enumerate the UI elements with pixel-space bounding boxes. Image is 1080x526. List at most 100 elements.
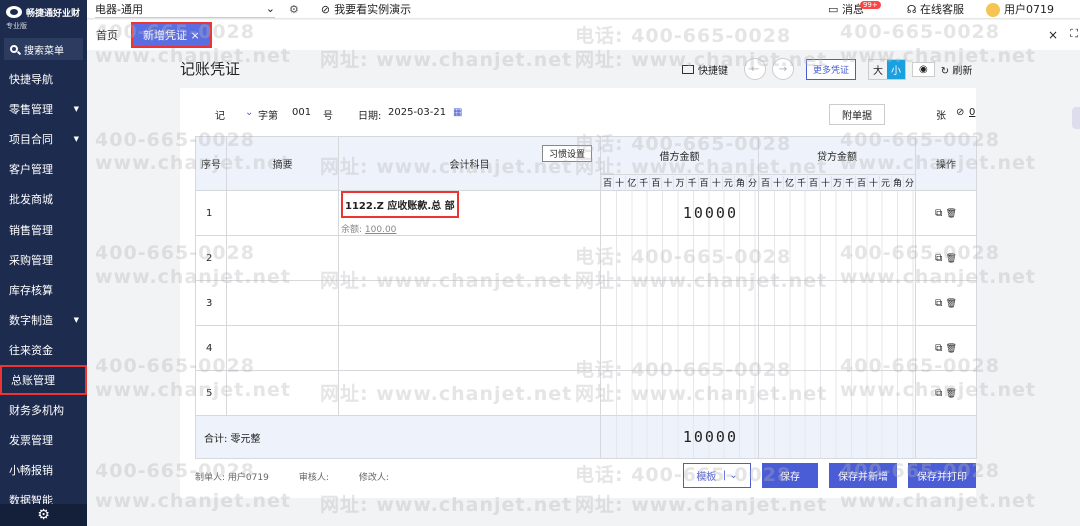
sidebar-item[interactable]: 往来资金	[0, 335, 87, 365]
habit-settings-button[interactable]: 习惯设置	[541, 145, 592, 162]
tab-close-icon[interactable]: ×	[191, 29, 200, 42]
digit-label: 千	[795, 176, 807, 189]
debit-cell[interactable]	[600, 235, 759, 281]
summary-cell[interactable]	[226, 190, 339, 236]
summary-cell[interactable]	[226, 280, 339, 326]
copy-icon[interactable]: ⧉	[935, 208, 945, 219]
sidebar-item-label: 客户管理	[9, 163, 53, 177]
sidebar-item[interactable]: 总账管理	[0, 364, 87, 396]
attachments-button[interactable]: 附单据	[829, 104, 885, 125]
chevron-down-icon: ⌄	[265, 2, 275, 15]
close-icon[interactable]: ×	[1048, 28, 1058, 42]
sidebar-item[interactable]: 库存核算	[0, 275, 87, 305]
size-big[interactable]: 大	[869, 60, 887, 79]
save-print-button[interactable]: 保存并打印	[908, 463, 976, 488]
account-cell[interactable]	[338, 235, 601, 281]
delete-icon[interactable]: 🗑	[945, 389, 956, 399]
sidebar-item-label: 往来资金	[9, 343, 53, 357]
digit-label: 百	[855, 176, 867, 189]
digit-label: 千	[637, 176, 649, 189]
paperclip-icon[interactable]: ⊘	[956, 107, 964, 118]
delete-icon[interactable]: 🗑	[945, 299, 956, 309]
copy-icon[interactable]: ⧉	[935, 388, 945, 399]
demo-link[interactable]: ⊘ 我要看实例演示	[321, 1, 411, 17]
copy-icon[interactable]: ⧉	[935, 298, 945, 309]
support-button[interactable]: ☊ 在线客服	[907, 1, 964, 17]
summary-cell[interactable]	[226, 325, 339, 371]
fullscreen-icon[interactable]: ⛶	[1070, 27, 1078, 41]
account-cell[interactable]: 1122.Z 应收账款.总 部余额: 100.00	[338, 190, 601, 236]
refresh-button[interactable]: ↻ 刷新	[941, 62, 973, 77]
calendar-icon[interactable]: ▦	[453, 107, 462, 118]
sidebar-item[interactable]: 采购管理	[0, 245, 87, 275]
save-new-button[interactable]: 保存并新增	[829, 463, 897, 488]
balance-label: 余额:	[341, 225, 363, 235]
brand-name: 畅捷通好业财	[26, 8, 81, 19]
messages-button[interactable]: ▭ 消息99+	[828, 1, 885, 17]
menu-search[interactable]: 搜索菜单	[4, 38, 83, 60]
copy-icon[interactable]: ⧉	[935, 343, 945, 354]
debit-cell[interactable]	[600, 370, 759, 416]
debit-cell[interactable]: 10000	[600, 190, 759, 236]
date-field[interactable]: 2025-03-21	[388, 107, 446, 118]
prev-voucher-button[interactable]: ←	[744, 58, 766, 80]
voucher-type-select[interactable]: 记	[215, 107, 225, 122]
save-button[interactable]: 保存	[762, 463, 818, 488]
sidebar-item[interactable]: 批发商城	[0, 184, 87, 214]
sidebar-item-label: 财务多机构	[9, 404, 64, 418]
org-select[interactable]: 电器-通用 ⌄	[95, 1, 275, 18]
account-cell[interactable]	[338, 370, 601, 416]
sidebar-item[interactable]: 小畅报销	[0, 455, 87, 485]
credit-cell[interactable]	[758, 235, 916, 281]
number-suffix: 号	[323, 111, 333, 122]
shortcut-button[interactable]: 快捷键	[682, 62, 728, 77]
digit-label: 百	[697, 176, 710, 189]
more-vouchers-button[interactable]: 更多凭证	[806, 58, 857, 80]
delete-icon[interactable]: 🗑	[945, 209, 956, 219]
table-row: 3 ⧉ 🗑	[195, 280, 977, 326]
table-row: 5 ⧉ 🗑	[195, 370, 977, 416]
side-panel-handle[interactable]	[1072, 107, 1080, 129]
size-toggle[interactable]: 大小	[868, 58, 907, 80]
delete-icon[interactable]: 🗑	[945, 344, 956, 354]
sidebar-item[interactable]: 数字制造 ▼	[0, 305, 87, 335]
credit-cell[interactable]	[758, 190, 916, 236]
voucher-number[interactable]: 001	[292, 107, 311, 118]
sidebar-item[interactable]: 零售管理 ▼	[0, 94, 87, 124]
gear-icon[interactable]: ⚙	[0, 504, 87, 526]
copy-icon[interactable]: ⧉	[935, 253, 945, 264]
eye-icon[interactable]: ◉	[912, 61, 935, 77]
size-small[interactable]: 小	[887, 59, 906, 79]
sidebar-item[interactable]: 财务多机构	[0, 395, 87, 425]
refresh-icon: ↻	[940, 65, 950, 77]
tab-home[interactable]: 首页	[87, 24, 127, 46]
debit-cell[interactable]	[600, 280, 759, 326]
attach-unit: 张	[936, 111, 946, 122]
digit-label: 角	[891, 176, 903, 189]
sidebar-item[interactable]: 客户管理	[0, 154, 87, 184]
account-cell[interactable]	[338, 280, 601, 326]
user-name: 用户0719	[1004, 3, 1054, 16]
user-menu[interactable]: 用户0719	[986, 1, 1054, 17]
next-voucher-button[interactable]: →	[772, 58, 794, 80]
credit-cell[interactable]	[758, 370, 916, 416]
table-row: 4 ⧉ 🗑	[195, 325, 977, 371]
summary-cell[interactable]	[226, 235, 339, 281]
sidebar-item-label: 项目合同	[9, 133, 53, 147]
template-button[interactable]: 模板 | ⌄	[683, 463, 751, 488]
sidebar-item[interactable]: 项目合同 ▼	[0, 124, 87, 154]
debit-cell[interactable]	[600, 325, 759, 371]
total-credit	[758, 415, 916, 459]
account-cell[interactable]	[338, 325, 601, 371]
credit-cell[interactable]	[758, 280, 916, 326]
credit-cell[interactable]	[758, 325, 916, 371]
settings-icon[interactable]: ⚙	[289, 3, 299, 16]
sidebar-item[interactable]: 快捷导航	[0, 64, 87, 94]
summary-cell[interactable]	[226, 370, 339, 416]
sidebar-item[interactable]: 销售管理	[0, 214, 87, 244]
sidebar-item[interactable]: 发票管理	[0, 425, 87, 455]
tab-new-voucher[interactable]: 新增凭证 ×	[131, 22, 212, 48]
delete-icon[interactable]: 🗑	[945, 254, 956, 264]
row-seq: 5	[195, 370, 227, 416]
digit-label: 十	[867, 176, 879, 189]
